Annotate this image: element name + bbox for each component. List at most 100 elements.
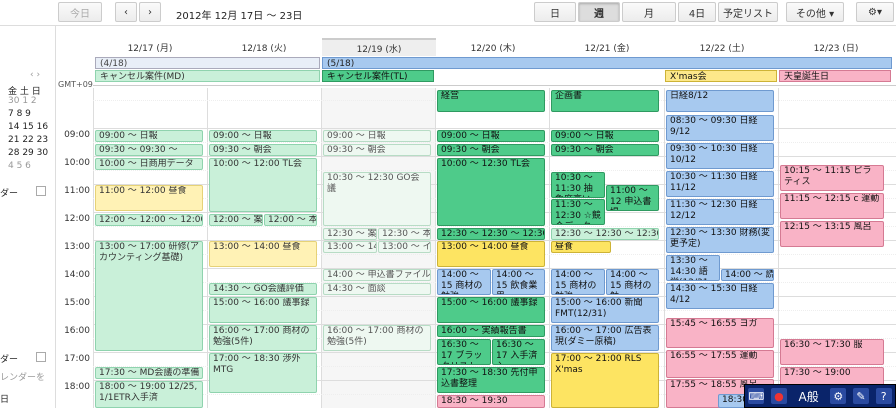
- calendar-event[interactable]: 13:00 〜 14: [323, 241, 377, 253]
- calendar-event[interactable]: 14:00 〜 申込書ファイル: [323, 269, 431, 281]
- settings-gear-icon[interactable]: ⚙▾: [856, 2, 894, 22]
- calendar-event[interactable]: 09:30 〜 朝会: [323, 144, 431, 156]
- ime-status-icon[interactable]: ●: [770, 388, 787, 404]
- calendar-event[interactable]: 14:00 〜 読: [721, 269, 774, 281]
- today-button[interactable]: 今日: [58, 2, 102, 22]
- day-header[interactable]: 12/20 (木): [436, 38, 550, 56]
- mini-calendar-row[interactable]: 28 29 30: [8, 148, 48, 158]
- day-header-today[interactable]: 12/19 (水): [322, 38, 436, 56]
- prev-week-button[interactable]: ‹: [115, 2, 137, 22]
- calendar-event[interactable]: 18:30 〜 19:30: [437, 395, 545, 408]
- mini-calendar-nav[interactable]: ‹ ›: [30, 70, 40, 80]
- calendar-event[interactable]: 09:00 〜 日報: [95, 130, 203, 142]
- calendar-event[interactable]: 13:00 〜 14:00 昼食: [209, 241, 317, 267]
- calendar-event[interactable]: 16:55 〜 17:55 運動: [666, 350, 774, 378]
- calendar-event[interactable]: 09:30 〜 朝会: [437, 144, 545, 156]
- allday-event[interactable]: キャンセル案件(TL): [322, 70, 434, 82]
- calendar-event[interactable]: 16:30 〜 17 入手済入: [492, 339, 545, 365]
- agenda-view-button[interactable]: 予定リスト: [718, 2, 778, 22]
- pen-icon[interactable]: ✎: [852, 388, 869, 404]
- input-mode-indicator[interactable]: A般: [794, 388, 824, 404]
- calendar-event[interactable]: 11:30 〜 12:30 日経12/12: [666, 199, 774, 225]
- calendar-event[interactable]: 16:00 〜 実績報告書: [437, 325, 545, 337]
- calendar-event[interactable]: 16:00 〜 17:00 商材の勉強(5件): [209, 325, 317, 351]
- other-calendars-label[interactable]: ダー: [0, 352, 18, 365]
- dropdown-arrow-icon[interactable]: [36, 186, 46, 196]
- four-day-view-button[interactable]: 4日: [678, 2, 716, 22]
- calendar-event[interactable]: 10:00 〜 12:00 TL会: [209, 158, 317, 212]
- day-header[interactable]: 12/22 (土): [665, 38, 779, 56]
- calendar-event[interactable]: 12:30 〜 12:30 〜 12:30 〜: [551, 228, 659, 240]
- calendar-event[interactable]: 13:00 〜 14:00 昼食: [437, 241, 545, 267]
- mini-calendar-row[interactable]: 4 5 6: [8, 161, 31, 171]
- day-header[interactable]: 12/17 (月): [93, 38, 207, 56]
- calendar-event[interactable]: 09:00 〜 日報: [209, 130, 317, 142]
- calendar-event[interactable]: 14:00 〜 15 商材の勉強: [551, 269, 605, 295]
- time-grid[interactable]: 09:00 10:00 11:00 12:00 13:00 14:00 15:0…: [56, 88, 896, 408]
- allday-event[interactable]: X'mas会: [665, 70, 777, 82]
- calendar-event[interactable]: 16:00 〜 17:00 商材の勉強(5件): [323, 325, 431, 351]
- calendar-event[interactable]: 12:30 〜 13:30 財務(変更予定): [666, 227, 774, 253]
- calendar-event[interactable]: 14:30 〜 15:30 日経4/12: [666, 283, 774, 309]
- day-header[interactable]: 12/21 (金): [550, 38, 664, 56]
- calendar-event[interactable]: 15:00 〜 16:00 議事録: [209, 297, 317, 323]
- more-menu-button[interactable]: その他 ▾: [786, 2, 844, 22]
- calendar-event[interactable]: 14:00 〜 15 商材の勉: [606, 269, 659, 295]
- calendar-event[interactable]: 14:30 〜 面談: [323, 283, 431, 295]
- calendar-event[interactable]: 11:15 〜 12:15 c 運動: [780, 193, 884, 219]
- calendar-event[interactable]: 12:00 〜 本: [264, 214, 317, 226]
- calendar-event[interactable]: 13:00 〜 17:00 研修(アカウンティング基礎): [95, 241, 203, 351]
- calendar-event[interactable]: 15:00 〜 16:00 議事録: [437, 297, 545, 323]
- calendar-event[interactable]: 09:30 〜 09:30 〜: [95, 144, 203, 156]
- allday-event[interactable]: (5/18): [322, 57, 892, 69]
- calendar-event[interactable]: 16:30 〜 17 ブラックリスト: [437, 339, 491, 365]
- calendar-event[interactable]: 企画書: [551, 90, 659, 112]
- calendar-event[interactable]: 17:30 〜 18:30 先付申込書整理: [437, 367, 545, 393]
- calendar-event[interactable]: 10:30 〜 12:30 GO会議: [323, 172, 431, 226]
- calendar-event[interactable]: 17:00 〜 21:00 RLS X'mas: [551, 353, 659, 408]
- calendar-event[interactable]: 10:30 〜 11:30 抽象度高い: [551, 172, 605, 198]
- day-view-button[interactable]: 日: [534, 2, 576, 22]
- calendar-event[interactable]: 経営: [437, 90, 545, 112]
- calendar-event[interactable]: 09:00 〜 日報: [437, 130, 545, 142]
- next-week-button[interactable]: ›: [139, 2, 161, 22]
- calendar-event[interactable]: 18:00 〜 19:00 12/25, 1/1ETR入手済: [95, 381, 203, 408]
- calendar-event[interactable]: 14:30 〜 GO会議評価: [209, 283, 317, 295]
- calendar-event[interactable]: 09:30 〜 10:30 日経10/12: [666, 143, 774, 169]
- month-view-button[interactable]: 月: [622, 2, 676, 22]
- mini-calendar-row[interactable]: 21 22 23: [8, 135, 48, 145]
- calendar-event[interactable]: 17:00 〜 18:30 渉外MTG: [209, 353, 317, 393]
- mini-calendar-row[interactable]: 14 15 16: [8, 122, 48, 132]
- calendar-event[interactable]: 15:00 〜 16:00 新聞FMT(12/31): [551, 297, 659, 323]
- calendar-event[interactable]: 11:00 〜 12:00 昼食: [95, 185, 203, 211]
- calendar-event[interactable]: 10:30 〜 11:30 日経11/12: [666, 171, 774, 197]
- dropdown-arrow-icon[interactable]: [36, 352, 46, 362]
- calendar-event[interactable]: 09:30 〜 朝会: [551, 144, 659, 156]
- calendar-event[interactable]: 12:30 〜 本: [378, 228, 431, 240]
- keyboard-icon[interactable]: ⌨: [748, 388, 765, 404]
- calendar-event[interactable]: 14:00 〜 15 飲食業界: [492, 269, 545, 295]
- ime-tool-icon[interactable]: ⚙: [830, 388, 847, 404]
- calendar-event[interactable]: 11:00 〜 12 申込書提: [606, 185, 659, 211]
- calendar-event[interactable]: 10:00 〜 日商用データ: [95, 158, 203, 170]
- calendar-event[interactable]: 昼食: [551, 241, 611, 253]
- calendar-event[interactable]: 12:15 〜 13:15 風呂: [780, 221, 884, 247]
- my-calendars-label[interactable]: ダー: [0, 186, 18, 199]
- allday-event[interactable]: (4/18): [95, 57, 320, 69]
- calendar-event[interactable]: 12:00 〜 12:00 〜 12:00 〜: [95, 214, 203, 226]
- calendar-event[interactable]: 15:45 〜 16:55 ヨガ: [666, 318, 774, 348]
- day-header[interactable]: 12/23 (日): [779, 38, 893, 56]
- calendar-event[interactable]: 12:30 〜 12:30 〜 12:30 〜: [437, 228, 545, 240]
- calendar-event[interactable]: 11:30 〜 12:30 ☆競合データ: [551, 199, 605, 225]
- allday-event[interactable]: 天皇誕生日: [779, 70, 891, 82]
- day-header[interactable]: 12/18 (火): [207, 38, 321, 56]
- calendar-event[interactable]: 09:30 〜 朝会: [209, 144, 317, 156]
- calendar-event[interactable]: 14:00 〜 15 商材の勉強: [437, 269, 491, 295]
- calendar-event[interactable]: 16:00 〜 17:00 広告表現(ダミー原稿): [551, 325, 659, 351]
- calendar-event[interactable]: 10:15 〜 11:15 ピラティス: [780, 165, 884, 191]
- calendar-event[interactable]: 17:30 〜 MD会議の準備: [95, 367, 203, 379]
- calendar-event[interactable]: 13:00 〜 イ: [378, 241, 431, 253]
- calendar-event[interactable]: 12:30 〜 案: [323, 228, 377, 240]
- calendar-event[interactable]: 09:00 〜 日報: [551, 130, 659, 142]
- calendar-event[interactable]: 13:30 〜 14:30 語学(12/31: [666, 255, 720, 281]
